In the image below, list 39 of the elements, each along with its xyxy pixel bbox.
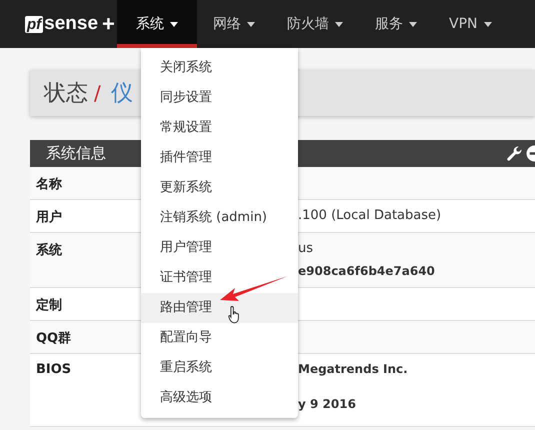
- menu-item[interactable]: 重启系统: [141, 353, 298, 383]
- nav-menu-item[interactable]: 防火墙: [271, 0, 359, 48]
- caret-icon: [484, 22, 492, 26]
- menu-item[interactable]: 证书管理: [141, 263, 298, 293]
- menu-item[interactable]: 路由管理: [141, 293, 298, 323]
- row-label: BIOS: [35, 361, 72, 379]
- menu-item[interactable]: 更新系统: [141, 173, 298, 203]
- menu-item[interactable]: 关闭系统: [141, 53, 298, 83]
- breadcrumb-separator: /: [94, 81, 101, 105]
- breadcrumb-parent: 状态: [44, 80, 88, 108]
- logo[interactable]: pfsense +: [0, 0, 117, 48]
- menu-item[interactable]: 注销系统 (admin): [141, 203, 298, 233]
- row-label: 定制: [34, 296, 63, 315]
- wrench-icon[interactable]: [506, 145, 523, 162]
- menu-item[interactable]: 同步设置: [141, 83, 298, 113]
- nav-menu-item[interactable]: 系统: [117, 0, 197, 48]
- caret-icon: [409, 22, 417, 26]
- menu-item[interactable]: 用户管理: [141, 233, 298, 263]
- row-value: y 9 2016: [298, 396, 357, 413]
- nav-menu-item[interactable]: VPN: [433, 0, 508, 48]
- row-value: us: [298, 240, 314, 258]
- row-label: 用户: [34, 208, 63, 227]
- row-label: QQ群: [35, 330, 72, 348]
- row-value: .100 (Local Database): [298, 207, 442, 225]
- caret-icon: [335, 22, 343, 26]
- menu-item[interactable]: 常规设置: [141, 113, 298, 143]
- caret-icon: [170, 22, 178, 26]
- panel-title: 系统信息: [46, 144, 106, 163]
- hand-cursor-icon: [228, 305, 242, 325]
- row-value: e908ca6f6b4e7a640: [298, 263, 435, 280]
- row-value: Megatrends Inc.: [298, 361, 408, 378]
- row-label: 名称: [34, 176, 63, 194]
- row-label: 系统: [35, 242, 63, 260]
- menu-item[interactable]: 插件管理: [141, 143, 298, 173]
- menu-item[interactable]: 配置向导: [141, 323, 298, 353]
- caret-icon: [247, 22, 255, 26]
- nav-menu-item[interactable]: 服务: [359, 0, 433, 48]
- menu-item[interactable]: 高级选项: [141, 383, 298, 413]
- nav-menu-item[interactable]: 网络: [197, 0, 271, 48]
